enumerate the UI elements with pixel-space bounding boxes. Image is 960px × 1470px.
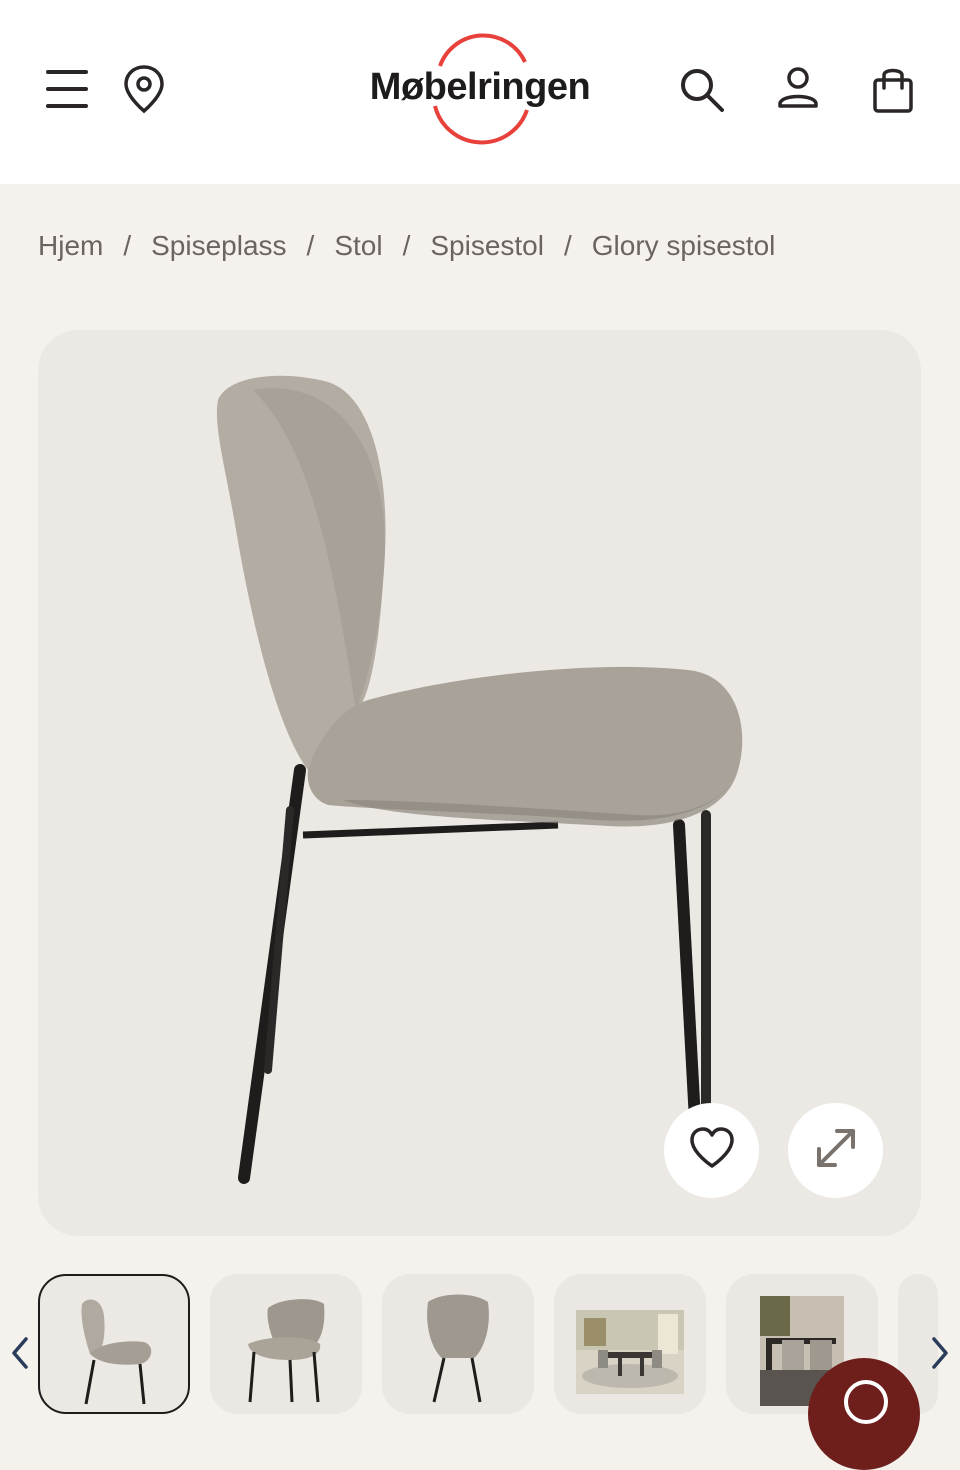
chevron-right-icon[interactable] (930, 1336, 950, 1375)
thumbnail-side-view[interactable] (38, 1274, 190, 1414)
thumbnail-room-view-1[interactable] (554, 1274, 706, 1414)
map-pin-icon[interactable] (122, 64, 166, 114)
breadcrumb-current: Glory spisestol (591, 230, 776, 261)
site-header: Møbelringen (0, 0, 960, 184)
heart-icon (688, 1126, 736, 1175)
shopping-bag-icon[interactable] (872, 64, 914, 114)
expand-arrows-icon (813, 1125, 859, 1176)
breadcrumb-separator: / (402, 230, 411, 261)
breadcrumb-item-stol[interactable]: Stol (334, 230, 382, 262)
breadcrumb-separator: / (563, 230, 572, 261)
breadcrumb-item-spisestol[interactable]: Spisestol (430, 230, 544, 262)
user-icon[interactable] (776, 66, 820, 110)
chat-button[interactable] (808, 1358, 920, 1470)
logo-text: Møbelringen (369, 66, 591, 108)
search-icon[interactable] (678, 66, 726, 114)
chair-image (216, 375, 743, 1184)
hamburger-menu-icon[interactable] (44, 68, 90, 110)
breadcrumb: Hjem / Spiseplass / Stol / Spisestol / G… (38, 226, 775, 266)
thumbnail-angle-view[interactable] (210, 1274, 362, 1414)
breadcrumb-separator: / (123, 230, 132, 261)
breadcrumb-item-hjem[interactable]: Hjem (38, 230, 103, 262)
chat-icon (844, 1380, 888, 1424)
thumbnail-strip (0, 1274, 960, 1414)
expand-image-button[interactable] (788, 1103, 883, 1198)
thumbnail-back-view[interactable] (382, 1274, 534, 1414)
favorite-button[interactable] (664, 1103, 759, 1198)
breadcrumb-separator: / (306, 230, 315, 261)
logo[interactable]: Møbelringen (355, 28, 605, 148)
product-main-image[interactable] (38, 330, 921, 1236)
breadcrumb-item-spiseplass[interactable]: Spiseplass (151, 230, 286, 262)
